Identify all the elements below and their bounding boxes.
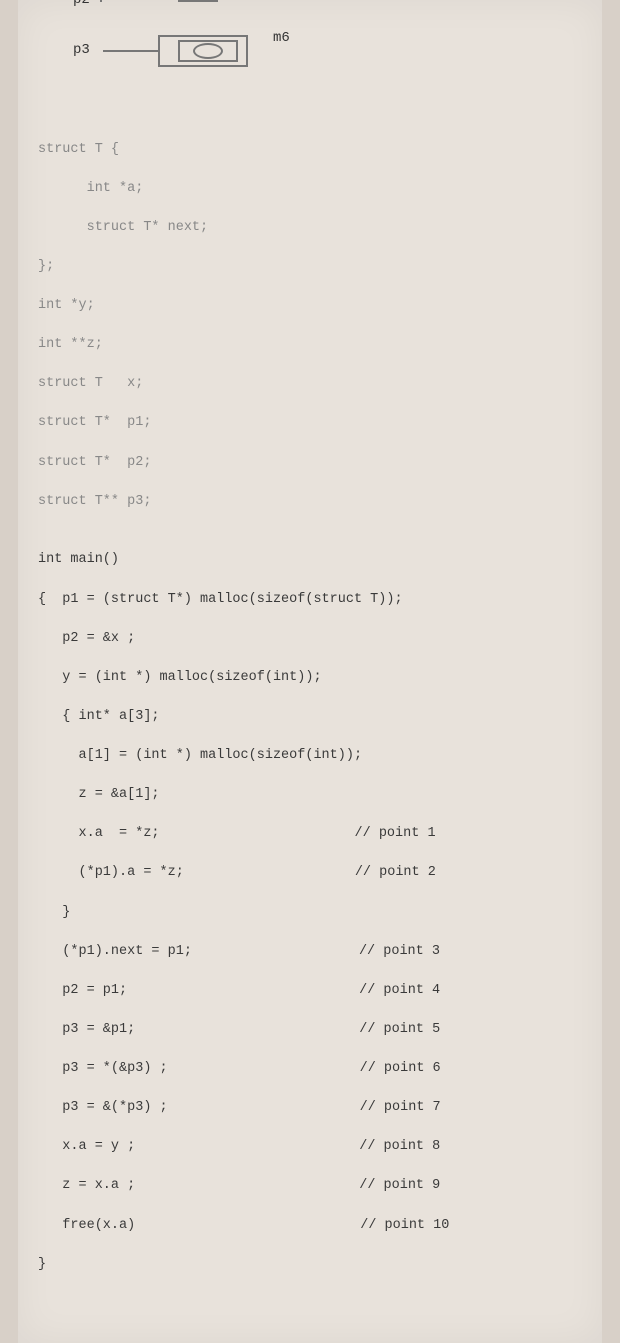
code-comment: // point 10 — [360, 1218, 449, 1233]
code-line: { p1 = (struct T*) malloc(sizeof(struct … — [38, 590, 582, 610]
code-line: p2 = p1;// point 4 — [38, 981, 582, 1001]
code-line: int **z; — [38, 335, 582, 355]
code-line: int *a; — [38, 179, 582, 199]
diagram-line — [100, 0, 102, 2]
diagram-box — [178, 0, 218, 2]
code-comment: // point 7 — [360, 1100, 441, 1115]
diagram-circle — [193, 43, 223, 59]
code-line: struct T* p2; — [38, 453, 582, 473]
code-line: }; — [38, 257, 582, 277]
code-line: (*p1).a = *z;// point 2 — [38, 863, 582, 883]
code-comment: // point 8 — [359, 1139, 440, 1154]
pointer-diagram: p2 p3 m6 — [38, 0, 582, 80]
diagram-label-p3: p3 — [73, 42, 90, 58]
code-line: struct T* next; — [38, 218, 582, 238]
code-comment: // point 3 — [359, 944, 440, 959]
code-line: struct T* p1; — [38, 413, 582, 433]
diagram-label-m6: m6 — [273, 30, 290, 46]
code-comment: // point 1 — [355, 826, 436, 841]
code-line: z = x.a ;// point 9 — [38, 1176, 582, 1196]
code-line: x.a = y ;// point 8 — [38, 1137, 582, 1157]
code-line: p3 = &(*p3) ;// point 7 — [38, 1098, 582, 1118]
diagram-line — [103, 50, 158, 52]
code-line: y = (int *) malloc(sizeof(int)); — [38, 668, 582, 688]
page-paper: p2 p3 m6 struct T { int *a; struct T* ne… — [18, 0, 602, 1343]
code-line: a[1] = (int *) malloc(sizeof(int)); — [38, 746, 582, 766]
code-line: z = &a[1]; — [38, 785, 582, 805]
code-line: struct T x; — [38, 374, 582, 394]
code-comment: // point 9 — [359, 1178, 440, 1193]
code-line: p2 = &x ; — [38, 629, 582, 649]
code-line: x.a = *z;// point 1 — [38, 824, 582, 844]
code-line: p3 = &p1;// point 5 — [38, 1020, 582, 1040]
code-line: int *y; — [38, 296, 582, 316]
code-line: int main() — [38, 550, 582, 570]
code-comment: // point 5 — [359, 1022, 440, 1037]
code-line: } — [38, 903, 582, 923]
code-comment: // point 6 — [360, 1061, 441, 1076]
code-line: struct T { — [38, 140, 582, 160]
code-comment: // point 2 — [355, 865, 436, 880]
code-line: } — [38, 1255, 582, 1275]
code-block: struct T { int *a; struct T* next; }; in… — [38, 120, 582, 1313]
code-comment: // point 4 — [359, 983, 440, 998]
diagram-label-p2: p2 — [73, 0, 90, 8]
code-line: free(x.a)// point 10 — [38, 1216, 582, 1236]
code-line: p3 = *(&p3) ;// point 6 — [38, 1059, 582, 1079]
code-line: (*p1).next = p1;// point 3 — [38, 942, 582, 962]
code-line: struct T** p3; — [38, 492, 582, 512]
code-line: { int* a[3]; — [38, 707, 582, 727]
